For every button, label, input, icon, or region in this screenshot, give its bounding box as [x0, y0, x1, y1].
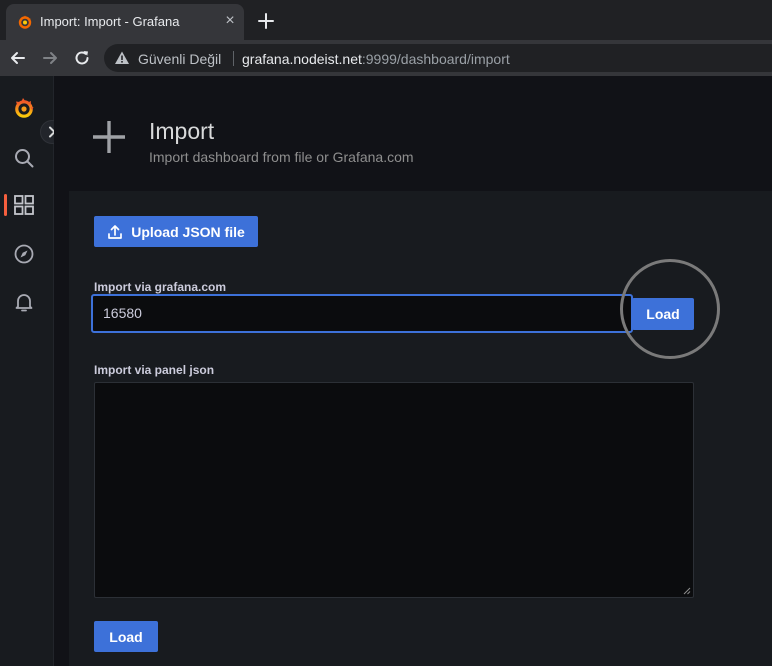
- grafana-com-input[interactable]: 16580: [91, 294, 633, 333]
- new-tab-icon[interactable]: [255, 10, 277, 32]
- resize-handle-icon[interactable]: [683, 587, 691, 595]
- browser-tab-bar: Import: Import - Grafana ×: [0, 0, 772, 40]
- plus-icon: [93, 121, 125, 153]
- tab-close-icon[interactable]: ×: [222, 12, 238, 30]
- browser-tab[interactable]: Import: Import - Grafana ×: [6, 4, 244, 40]
- grafana-favicon-icon: [18, 15, 32, 29]
- load-button[interactable]: Load: [632, 298, 694, 330]
- load-json-button[interactable]: Load: [94, 621, 158, 652]
- back-arrow-icon[interactable]: [8, 48, 28, 68]
- grafana-com-label: Import via grafana.com: [94, 280, 227, 294]
- page-title: Import: [149, 118, 215, 144]
- upload-icon: [108, 224, 123, 239]
- panel-json-textarea[interactable]: [94, 382, 694, 598]
- side-menu: [0, 76, 54, 666]
- dashboards-icon[interactable]: [12, 193, 36, 217]
- reload-icon[interactable]: [72, 48, 92, 68]
- explore-compass-icon[interactable]: [12, 242, 36, 266]
- url-host: grafana.nodeist.net: [242, 51, 362, 67]
- search-icon[interactable]: [12, 146, 36, 170]
- alerting-bell-icon[interactable]: [12, 290, 36, 314]
- address-bar[interactable]: Güvenli Değil grafana.nodeist.net:9999/d…: [104, 44, 772, 72]
- url-path: :9999/dashboard/import: [361, 51, 510, 67]
- main-area: Import Import dashboard from file or Gra…: [54, 76, 772, 666]
- page-subtitle: Import dashboard from file or Grafana.co…: [149, 149, 414, 165]
- url-text[interactable]: grafana.nodeist.net:9999/dashboard/impor…: [242, 51, 510, 67]
- address-separator: [233, 51, 234, 66]
- active-indicator: [4, 194, 7, 216]
- import-panel: Upload JSON file Import via grafana.com …: [69, 191, 772, 666]
- upload-json-button[interactable]: Upload JSON file: [94, 216, 258, 247]
- browser-toolbar: Güvenli Değil grafana.nodeist.net:9999/d…: [0, 40, 772, 76]
- upload-json-label: Upload JSON file: [131, 223, 245, 240]
- security-status[interactable]: Güvenli Değil: [138, 51, 221, 67]
- grafana-logo-icon[interactable]: [12, 96, 36, 120]
- forward-arrow-icon[interactable]: [40, 48, 60, 68]
- tab-title: Import: Import - Grafana: [40, 14, 180, 29]
- warning-icon[interactable]: [114, 50, 130, 66]
- panel-json-label: Import via panel json: [94, 363, 215, 377]
